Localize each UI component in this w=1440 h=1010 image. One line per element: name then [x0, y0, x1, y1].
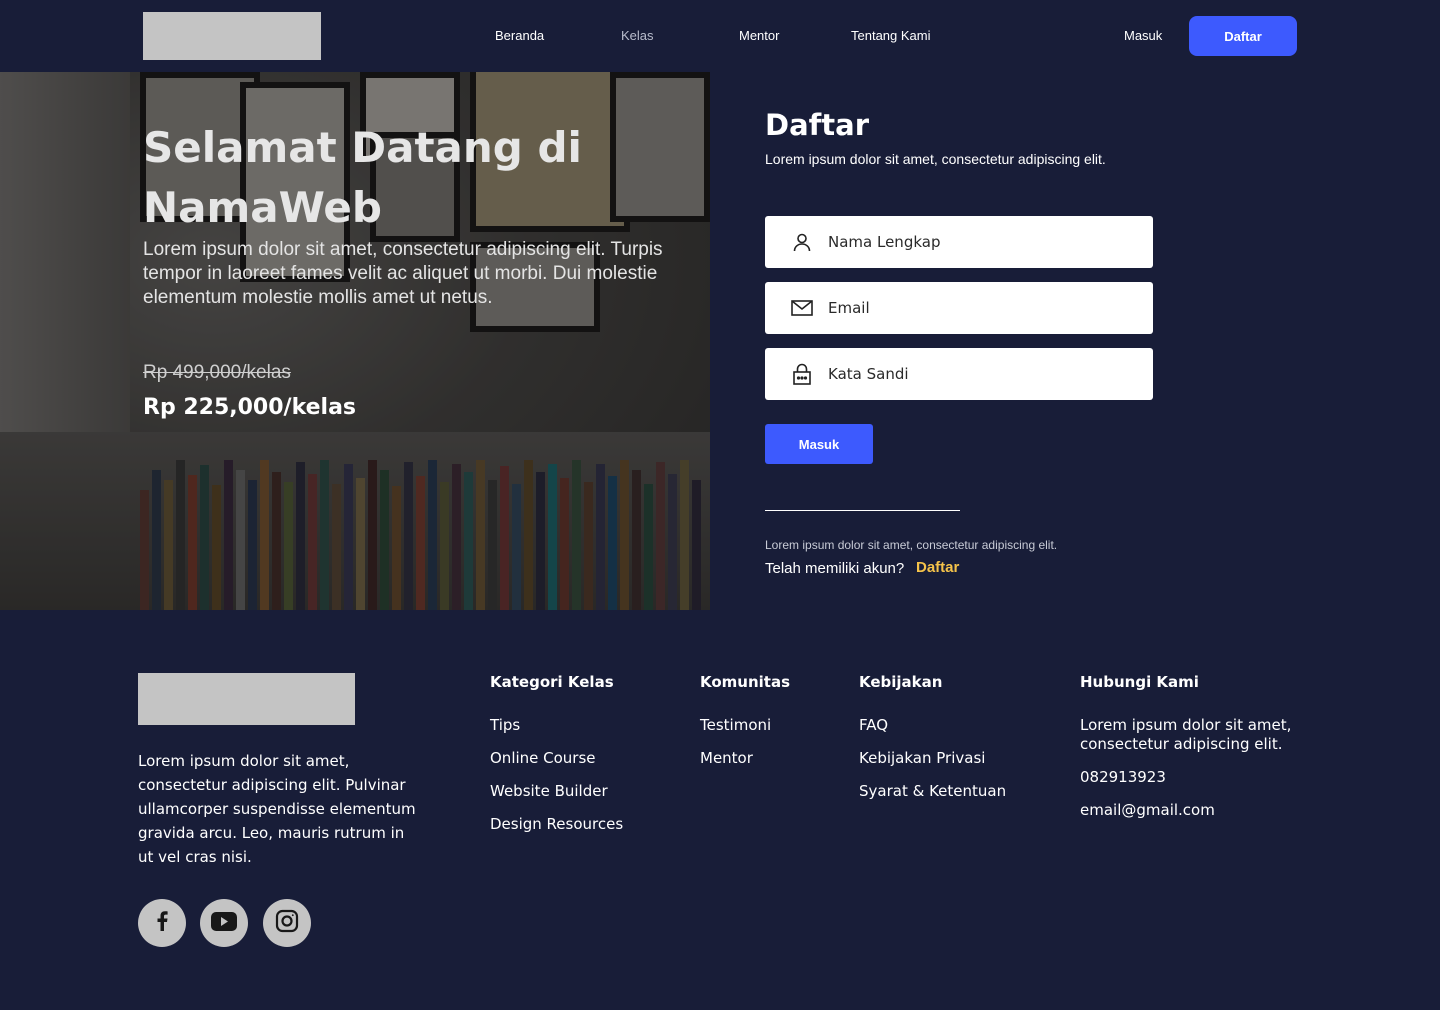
form-title: Daftar [765, 108, 869, 142]
password-input[interactable] [828, 348, 1138, 400]
nav-link-kelas[interactable]: Kelas [621, 28, 654, 43]
youtube-button[interactable] [200, 899, 248, 947]
contact-address: Lorem ipsum dolor sit amet, consectetur … [1080, 716, 1292, 753]
footer-logo-placeholder [138, 673, 355, 725]
nav-register-button[interactable]: Daftar [1189, 16, 1297, 56]
footer-link-tips[interactable]: Tips [490, 716, 520, 734]
footer-link-kebijakan-privasi[interactable]: Kebijakan Privasi [859, 749, 985, 767]
mail-icon [791, 297, 813, 319]
name-input[interactable] [828, 216, 1138, 268]
footer-link-online-course[interactable]: Online Course [490, 749, 596, 767]
footer-col-title-hubungi: Hubungi Kami [1080, 673, 1199, 691]
footer-col-title-kategori: Kategori Kelas [490, 673, 614, 691]
have-account-text: Telah memiliki akun? [765, 560, 905, 577]
footer-col-title-kebijakan: Kebijakan [859, 673, 943, 691]
name-field [765, 216, 1153, 268]
facebook-icon [156, 911, 168, 935]
divider [765, 510, 960, 511]
logo-placeholder[interactable] [143, 12, 321, 60]
footer-link-mentor[interactable]: Mentor [700, 749, 753, 767]
footer-link-website-builder[interactable]: Website Builder [490, 782, 608, 800]
lock-icon [791, 363, 813, 385]
submit-button[interactable]: Masuk [765, 424, 873, 464]
navbar: Beranda Kelas Mentor Tentang Kami Masuk … [0, 0, 1440, 72]
email-input[interactable] [828, 282, 1138, 334]
footer-description: Lorem ipsum dolor sit amet, consectetur … [138, 752, 416, 866]
price-old: Rp 499,000/kelas [143, 362, 291, 383]
instagram-button[interactable] [263, 899, 311, 947]
instagram-icon [275, 909, 299, 937]
password-field [765, 348, 1153, 400]
hero-title: Selamat Datang di NamaWeb [143, 123, 582, 232]
price-new: Rp 225,000/kelas [143, 395, 357, 420]
register-link[interactable]: Daftar [916, 559, 959, 576]
form-subtitle: Lorem ipsum dolor sit amet, consectetur … [765, 151, 1106, 167]
form-note: Lorem ipsum dolor sit amet, consectetur … [765, 538, 1058, 552]
footer-link-design-resources[interactable]: Design Resources [490, 815, 623, 833]
footer-col-title-komunitas: Komunitas [700, 673, 791, 691]
nav-link-mentor[interactable]: Mentor [739, 28, 779, 43]
footer-link-testimoni[interactable]: Testimoni [700, 716, 771, 734]
user-icon [791, 231, 813, 253]
nav-login-link[interactable]: Masuk [1124, 28, 1162, 43]
footer-link-faq[interactable]: FAQ [859, 716, 888, 734]
email-field [765, 282, 1153, 334]
nav-link-tentang-kami[interactable]: Tentang Kami [851, 28, 931, 43]
hero-description: Lorem ipsum dolor sit amet, consectetur … [143, 239, 663, 308]
contact-phone: 082913923 [1080, 768, 1166, 786]
nav-link-beranda[interactable]: Beranda [495, 28, 544, 43]
facebook-button[interactable] [138, 899, 186, 947]
contact-email[interactable]: email@gmail.com [1080, 801, 1215, 819]
youtube-icon [211, 911, 237, 935]
footer-link-syarat-ketentuan[interactable]: Syarat & Ketentuan [859, 782, 1006, 800]
